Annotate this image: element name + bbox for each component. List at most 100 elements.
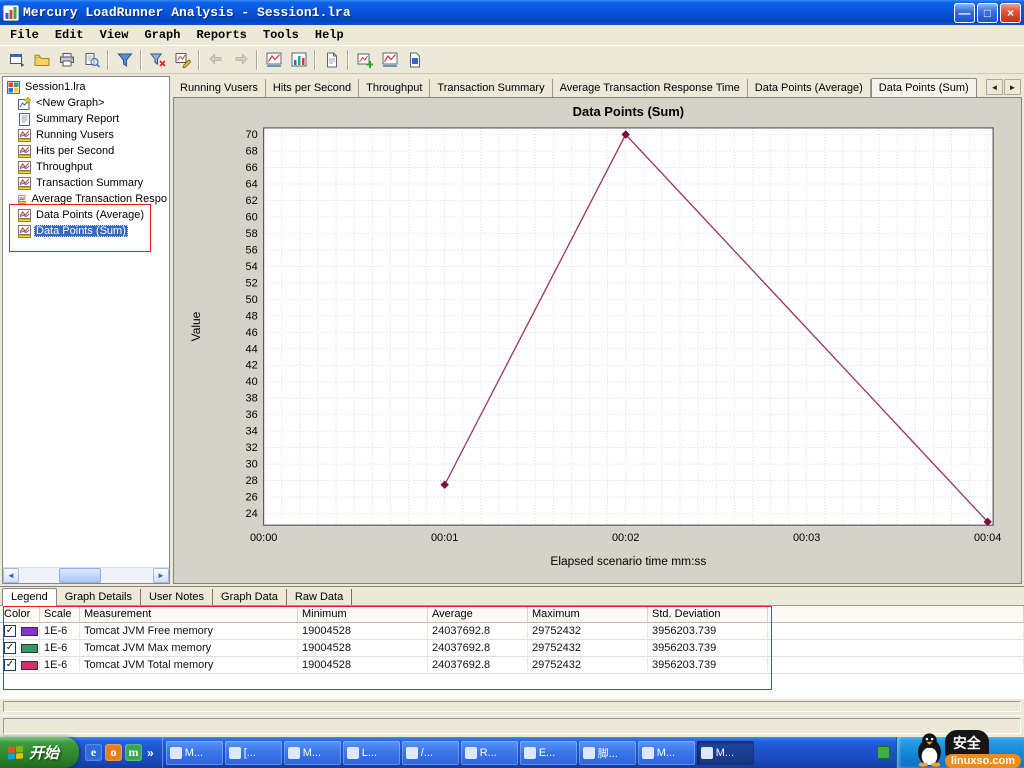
new-window-button[interactable] xyxy=(4,48,29,72)
toolbar-separator xyxy=(347,50,349,70)
menu-view[interactable]: View xyxy=(92,26,137,44)
word-report-button[interactable] xyxy=(402,48,427,72)
watermark-site-label: linuxso.com xyxy=(945,754,1021,768)
cross-with-result-icon xyxy=(291,52,307,68)
taskbar-window-button-6[interactable]: E... xyxy=(520,741,577,765)
tab-data-points-sum[interactable]: Data Points (Sum) xyxy=(871,78,977,97)
svg-text:36: 36 xyxy=(246,409,258,421)
legend-row-0-scale: 1E-6 xyxy=(40,623,80,640)
legend-col-filler xyxy=(768,606,1024,623)
tree-item-data-points-sum[interactable]: Data Points (Sum) xyxy=(16,223,169,239)
browser-ball-icon[interactable]: o xyxy=(105,744,122,761)
window-icon xyxy=(406,747,418,759)
html-report-icon xyxy=(324,52,340,68)
svg-text:54: 54 xyxy=(246,261,258,273)
minimize-button[interactable]: — xyxy=(954,3,975,23)
menu-graph[interactable]: Graph xyxy=(136,26,188,44)
internet-explorer-icon[interactable]: e xyxy=(85,744,102,761)
tab-data-points-average[interactable]: Data Points (Average) xyxy=(748,79,871,97)
row-checkbox[interactable]: ✓ xyxy=(4,625,16,637)
legend-col-minimum: Minimum xyxy=(298,606,428,623)
scrollbar-thumb[interactable] xyxy=(59,568,101,583)
tux-penguin-icon xyxy=(916,731,943,767)
tab-running-vusers[interactable]: Running Vusers xyxy=(173,79,266,97)
taskbar-window-button-9[interactable]: M... xyxy=(697,741,754,765)
tree-item-average-transaction-respo[interactable]: Average Transaction Respo xyxy=(16,191,169,207)
redo-icon xyxy=(233,52,249,68)
scroll-right-button[interactable]: ► xyxy=(153,568,169,583)
open-session-button[interactable] xyxy=(29,48,54,72)
menu-edit[interactable]: Edit xyxy=(47,26,92,44)
close-button[interactable]: × xyxy=(1000,3,1021,23)
tree-root-session1-lra[interactable]: Session1.lra xyxy=(5,79,169,95)
bottom-tab-raw-data[interactable]: Raw Data xyxy=(287,589,352,605)
tree-item-data-points-average[interactable]: Data Points (Average) xyxy=(16,207,169,223)
watermark-text: 安全 linuxso.com xyxy=(945,730,1021,768)
print-preview-button[interactable] xyxy=(79,48,104,72)
window-icon xyxy=(229,747,241,759)
tree-item-hits-per-second[interactable]: Hits per Second xyxy=(16,143,169,159)
tab-transaction-summary[interactable]: Transaction Summary xyxy=(430,79,552,97)
svg-text:40: 40 xyxy=(246,376,258,388)
merge-graphs-button[interactable] xyxy=(261,48,286,72)
taskbar-window-button-1[interactable]: [... xyxy=(225,741,282,765)
quicklaunch-overflow-chevron[interactable]: » xyxy=(145,746,156,760)
taskbar-window-button-3[interactable]: L... xyxy=(343,741,400,765)
tree-horizontal-scrollbar[interactable]: ◄ ► xyxy=(3,567,169,583)
legend-row-2-minimum: 19004528 xyxy=(298,657,428,674)
taskbar-window-button-4[interactable]: /... xyxy=(402,741,459,765)
legend-row-2-std-deviation: 3956203.739 xyxy=(648,657,768,674)
tree-item-throughput[interactable]: Throughput xyxy=(16,159,169,175)
menu-reports[interactable]: Reports xyxy=(188,26,254,44)
start-button[interactable]: 开始 xyxy=(0,737,79,768)
tree-item-running-vusers[interactable]: Running Vusers xyxy=(16,127,169,143)
edit-graph-icon xyxy=(175,52,191,68)
graph-icon xyxy=(18,145,31,158)
tabs-scroll-left-button[interactable]: ◄ xyxy=(986,79,1003,95)
maximize-button[interactable]: □ xyxy=(977,3,998,23)
bottom-tab-legend[interactable]: Legend xyxy=(2,588,57,606)
tabs-scroll-right-button[interactable]: ► xyxy=(1004,79,1021,95)
menu-file[interactable]: File xyxy=(2,26,47,44)
edit-graph-button[interactable] xyxy=(170,48,195,72)
messenger-icon[interactable]: m xyxy=(125,744,142,761)
set-filter-button[interactable] xyxy=(112,48,137,72)
tree-item-transaction-summary[interactable]: Transaction Summary xyxy=(16,175,169,191)
tab-average-transaction-response-time[interactable]: Average Transaction Response Time xyxy=(553,79,748,97)
scroll-left-button[interactable]: ◄ xyxy=(3,568,19,583)
toolbar-separator xyxy=(256,50,258,70)
menu-help[interactable]: Help xyxy=(307,26,352,44)
chart-title: Data Points (Sum) xyxy=(573,104,684,119)
tab-throughput[interactable]: Throughput xyxy=(359,79,430,97)
bottom-tab-graph-details[interactable]: Graph Details xyxy=(57,589,141,605)
row-checkbox[interactable]: ✓ xyxy=(4,642,16,654)
window-icon xyxy=(701,747,713,759)
clear-filter-button[interactable] xyxy=(145,48,170,72)
taskbar-window-button-7[interactable]: 脚... xyxy=(579,741,636,765)
tree-item-summary-report[interactable]: Summary Report xyxy=(16,111,169,127)
print-icon xyxy=(59,52,75,68)
taskbar-window-button-2[interactable]: M... xyxy=(284,741,341,765)
taskbar-window-button-8[interactable]: M... xyxy=(638,741,695,765)
row-checkbox[interactable]: ✓ xyxy=(4,659,16,671)
taskbar-window-button-0[interactable]: M... xyxy=(166,741,223,765)
taskbar-window-button-5[interactable]: R... xyxy=(461,741,518,765)
svg-text:48: 48 xyxy=(246,310,258,322)
redo-button xyxy=(228,48,253,72)
print-button[interactable] xyxy=(54,48,79,72)
auto-correlate-button[interactable] xyxy=(377,48,402,72)
window-title: Mercury LoadRunner Analysis - Session1.l… xyxy=(23,5,952,20)
ime-icon xyxy=(877,746,890,759)
scrollbar-track[interactable] xyxy=(19,568,153,583)
add-new-graph-button[interactable] xyxy=(352,48,377,72)
bottom-tab-user-notes[interactable]: User Notes xyxy=(141,589,213,605)
tree-item-new-graph[interactable]: <New Graph> xyxy=(16,95,169,111)
bottom-tab-graph-data[interactable]: Graph Data xyxy=(213,589,287,605)
cross-with-result-button[interactable] xyxy=(286,48,311,72)
menu-tools[interactable]: Tools xyxy=(255,26,307,44)
tab-hits-per-second[interactable]: Hits per Second xyxy=(266,79,359,97)
ime-indicator[interactable] xyxy=(870,741,896,765)
svg-text:42: 42 xyxy=(246,360,258,372)
legend-row-1-scale: 1E-6 xyxy=(40,640,80,657)
html-report-button[interactable] xyxy=(319,48,344,72)
